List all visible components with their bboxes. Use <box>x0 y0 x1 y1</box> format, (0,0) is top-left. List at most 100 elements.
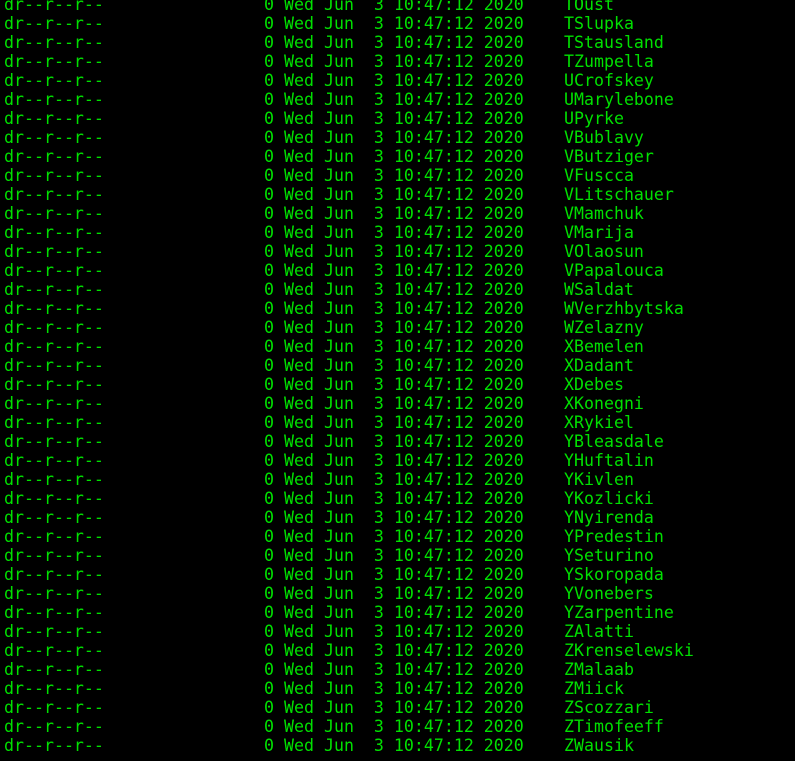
modified-date: Wed Jun 3 10:47:12 2020 <box>284 0 524 14</box>
modified-date: Wed Jun 3 10:47:12 2020 <box>284 451 524 470</box>
file-permissions: dr--r--r-- <box>4 584 104 603</box>
file-permissions: dr--r--r-- <box>4 660 104 679</box>
modified-date: Wed Jun 3 10:47:12 2020 <box>284 527 524 546</box>
file-permissions: dr--r--r-- <box>4 242 104 261</box>
entry-name: YSkoropada <box>564 565 664 584</box>
file-permissions: dr--r--r-- <box>4 717 104 736</box>
modified-date: Wed Jun 3 10:47:12 2020 <box>284 71 524 90</box>
modified-date: Wed Jun 3 10:47:12 2020 <box>284 299 524 318</box>
file-size: 0 <box>264 717 274 736</box>
modified-date: Wed Jun 3 10:47:12 2020 <box>284 375 524 394</box>
listing-row: dr--r--r-- 0 Wed Jun 3 10:47:12 2020 TZumpe… <box>4 52 694 71</box>
entry-name: VMamchuk <box>564 204 644 223</box>
listing-row: dr--r--r-- 0 Wed Jun 3 10:47:12 2020 YSetur… <box>4 546 694 565</box>
modified-date: Wed Jun 3 10:47:12 2020 <box>284 166 524 185</box>
modified-date: Wed Jun 3 10:47:12 2020 <box>284 489 524 508</box>
modified-date: Wed Jun 3 10:47:12 2020 <box>284 14 524 33</box>
entry-name: VButziger <box>564 147 654 166</box>
entry-name: VBublavy <box>564 128 644 147</box>
modified-date: Wed Jun 3 10:47:12 2020 <box>284 109 524 128</box>
listing-row: dr--r--r-- 0 Wed Jun 3 10:47:12 2020 TStaus… <box>4 33 694 52</box>
listing-row: dr--r--r-- 0 Wed Jun 3 10:47:12 2020 ZKrens… <box>4 641 694 660</box>
file-size: 0 <box>264 337 274 356</box>
file-permissions: dr--r--r-- <box>4 33 104 52</box>
listing-row: dr--r--r-- 0 Wed Jun 3 10:47:12 2020 YSkoro… <box>4 565 694 584</box>
file-size: 0 <box>264 280 274 299</box>
file-permissions: dr--r--r-- <box>4 394 104 413</box>
file-permissions: dr--r--r-- <box>4 356 104 375</box>
file-size: 0 <box>264 698 274 717</box>
file-size: 0 <box>264 33 274 52</box>
listing-row: dr--r--r-- 0 Wed Jun 3 10:47:12 2020 ZTimof… <box>4 717 694 736</box>
entry-name: YKivlen <box>564 470 634 489</box>
entry-name: WSaldat <box>564 280 634 299</box>
file-size: 0 <box>264 185 274 204</box>
entry-name: TSlupka <box>564 14 634 33</box>
modified-date: Wed Jun 3 10:47:12 2020 <box>284 717 524 736</box>
file-size: 0 <box>264 299 274 318</box>
listing-row: dr--r--r-- 0 Wed Jun 3 10:47:12 2020 YVoneb… <box>4 584 694 603</box>
modified-date: Wed Jun 3 10:47:12 2020 <box>284 337 524 356</box>
listing-row: dr--r--r-- 0 Wed Jun 3 10:47:12 2020 VFuscc… <box>4 166 694 185</box>
file-size: 0 <box>264 603 274 622</box>
modified-date: Wed Jun 3 10:47:12 2020 <box>284 736 524 755</box>
file-size: 0 <box>264 451 274 470</box>
entry-name: XDebes <box>564 375 624 394</box>
entry-name: TZumpella <box>564 52 654 71</box>
modified-date: Wed Jun 3 10:47:12 2020 <box>284 204 524 223</box>
entry-name: XDadant <box>564 356 634 375</box>
listing-row: dr--r--r-- 0 Wed Jun 3 10:47:12 2020 ZScozz… <box>4 698 694 717</box>
listing-row: dr--r--r-- 0 Wed Jun 3 10:47:12 2020 TSlupk… <box>4 14 694 33</box>
file-size: 0 <box>264 489 274 508</box>
entry-name: YPredestin <box>564 527 664 546</box>
file-permissions: dr--r--r-- <box>4 432 104 451</box>
listing-row: dr--r--r-- 0 Wed Jun 3 10:47:12 2020 VButzi… <box>4 147 694 166</box>
file-permissions: dr--r--r-- <box>4 280 104 299</box>
file-size: 0 <box>264 52 274 71</box>
modified-date: Wed Jun 3 10:47:12 2020 <box>284 90 524 109</box>
modified-date: Wed Jun 3 10:47:12 2020 <box>284 413 524 432</box>
entry-name: VFuscca <box>564 166 634 185</box>
listing-row: dr--r--r-- 0 Wed Jun 3 10:47:12 2020 TOust <box>4 0 694 14</box>
file-permissions: dr--r--r-- <box>4 109 104 128</box>
entry-name: YBleasdale <box>564 432 664 451</box>
listing-row: dr--r--r-- 0 Wed Jun 3 10:47:12 2020 VPapal… <box>4 261 694 280</box>
listing-row: dr--r--r-- 0 Wed Jun 3 10:47:12 2020 VMamch… <box>4 204 694 223</box>
file-permissions: dr--r--r-- <box>4 147 104 166</box>
listing-row: dr--r--r-- 0 Wed Jun 3 10:47:12 2020 UCrofs… <box>4 71 694 90</box>
entry-name: YNyirenda <box>564 508 654 527</box>
entry-name: XKonegni <box>564 394 644 413</box>
entry-name: YKozlicki <box>564 489 654 508</box>
modified-date: Wed Jun 3 10:47:12 2020 <box>284 318 524 337</box>
terminal-output: dr--r--r-- 0 Wed Jun 3 10:47:12 2020 TOust d… <box>4 0 694 755</box>
file-size: 0 <box>264 508 274 527</box>
file-permissions: dr--r--r-- <box>4 527 104 546</box>
file-permissions: dr--r--r-- <box>4 736 104 755</box>
entry-name: UMarylebone <box>564 90 674 109</box>
file-size: 0 <box>264 166 274 185</box>
listing-row: dr--r--r-- 0 Wed Jun 3 10:47:12 2020 VOlaos… <box>4 242 694 261</box>
file-size: 0 <box>264 223 274 242</box>
file-permissions: dr--r--r-- <box>4 14 104 33</box>
file-permissions: dr--r--r-- <box>4 546 104 565</box>
file-permissions: dr--r--r-- <box>4 565 104 584</box>
file-size: 0 <box>264 470 274 489</box>
entry-name: ZScozzari <box>564 698 654 717</box>
entry-name: YZarpentine <box>564 603 674 622</box>
file-permissions: dr--r--r-- <box>4 508 104 527</box>
listing-row: dr--r--r-- 0 Wed Jun 3 10:47:12 2020 VMarij… <box>4 223 694 242</box>
file-permissions: dr--r--r-- <box>4 622 104 641</box>
listing-row: dr--r--r-- 0 Wed Jun 3 10:47:12 2020 XKoneg… <box>4 394 694 413</box>
modified-date: Wed Jun 3 10:47:12 2020 <box>284 223 524 242</box>
entry-name: YHuftalin <box>564 451 654 470</box>
listing-row: dr--r--r-- 0 Wed Jun 3 10:47:12 2020 ZMiick <box>4 679 694 698</box>
listing-row: dr--r--r-- 0 Wed Jun 3 10:47:12 2020 UPyrke <box>4 109 694 128</box>
modified-date: Wed Jun 3 10:47:12 2020 <box>284 280 524 299</box>
entry-name: ZKrenselewski <box>564 641 694 660</box>
modified-date: Wed Jun 3 10:47:12 2020 <box>284 546 524 565</box>
listing-row: dr--r--r-- 0 Wed Jun 3 10:47:12 2020 YKozli… <box>4 489 694 508</box>
file-permissions: dr--r--r-- <box>4 603 104 622</box>
file-size: 0 <box>264 128 274 147</box>
file-size: 0 <box>264 660 274 679</box>
file-permissions: dr--r--r-- <box>4 261 104 280</box>
